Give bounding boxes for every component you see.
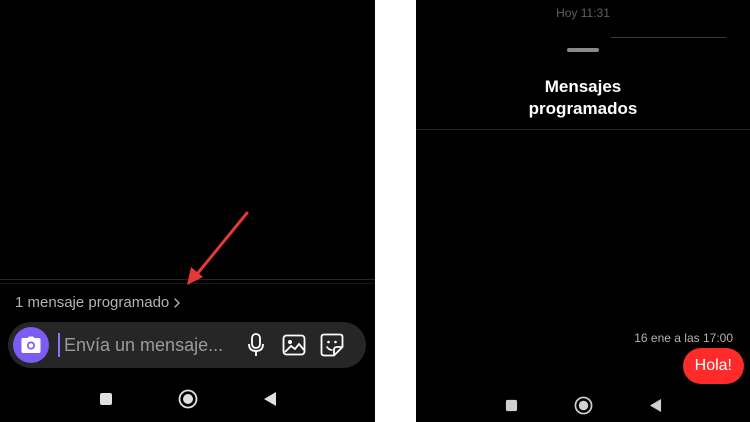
scheduled-message-bubble[interactable]: Hola!: [682, 348, 744, 384]
gallery-icon: [282, 334, 306, 356]
home-button[interactable]: [176, 387, 200, 411]
back-button[interactable]: [258, 387, 282, 411]
chat-timestamp: Hoy 11:31: [556, 6, 610, 20]
home-button[interactable]: [571, 393, 595, 417]
chevron-right-icon: [174, 297, 181, 308]
back-button[interactable]: [643, 393, 667, 417]
square-icon: [505, 399, 517, 411]
sheet-drag-handle[interactable]: [567, 48, 599, 52]
scheduled-message-text: Hola!: [694, 357, 732, 374]
recents-button[interactable]: [499, 393, 523, 417]
right-phone-screen: Hoy 11:31 Mensajes programados 16 ene a …: [416, 0, 750, 422]
home-circle-icon: [178, 389, 197, 409]
microphone-icon: [248, 333, 264, 356]
scheduled-messages-link[interactable]: 1 mensaje programado: [15, 294, 181, 311]
square-icon: [99, 393, 112, 405]
camera-button[interactable]: [13, 327, 49, 363]
sticker-button[interactable]: [319, 332, 345, 358]
back-triangle-icon: [649, 398, 661, 412]
home-circle-icon: [574, 396, 592, 414]
background-divider: [611, 37, 726, 38]
message-input[interactable]: [64, 334, 229, 356]
voice-message-button[interactable]: [243, 332, 269, 358]
sheet-title: Mensajes programados: [416, 76, 750, 120]
back-triangle-icon: [263, 392, 276, 406]
text-cursor: [58, 333, 60, 357]
camera-icon: [21, 336, 41, 353]
recents-button[interactable]: [94, 387, 118, 411]
left-phone-screen: 1 mensaje programado: [0, 0, 375, 422]
sheet-title-line1: Mensajes: [544, 77, 622, 96]
system-navigation-bar-right: [416, 393, 750, 417]
scheduled-time-label: 16 ene a las 17:00: [634, 331, 733, 345]
red-arrow-annotation: [187, 211, 249, 285]
message-composer: [8, 322, 366, 368]
gallery-button[interactable]: [281, 332, 307, 358]
scheduled-messages-label: 1 mensaje programado: [15, 294, 170, 311]
sheet-title-line2: programados: [528, 99, 638, 118]
system-navigation-bar: [0, 387, 375, 411]
sticker-icon: [320, 333, 344, 357]
sheet-header-divider: [416, 129, 750, 130]
